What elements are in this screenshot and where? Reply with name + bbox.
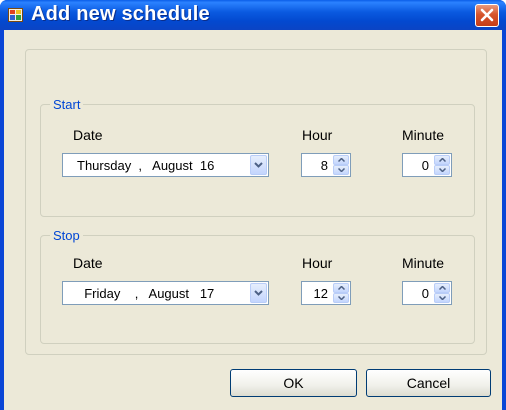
ok-button[interactable]: OK [230, 369, 357, 397]
start-hour-spin-buttons [333, 155, 349, 175]
start-date-value: Thursday , August 16 [77, 158, 215, 173]
stop-date-label: Date [73, 255, 103, 271]
stop-minute-down-button[interactable] [434, 293, 450, 303]
stop-date-picker[interactable]: Friday , August 17 [62, 281, 269, 305]
stop-minute-up-button[interactable] [434, 283, 450, 293]
stop-hour-down-button[interactable] [333, 293, 349, 303]
stop-minute-value: 0 [421, 286, 429, 301]
start-hour-up-button[interactable] [333, 155, 349, 165]
stop-minute-spin-buttons [434, 283, 450, 303]
stop-date-value: Friday , August 17 [77, 286, 215, 301]
start-minute-value: 0 [421, 158, 429, 173]
stop-hour-label: Hour [302, 255, 333, 271]
stop-minute-spinner[interactable]: 0 [402, 281, 452, 305]
start-date-dropdown-button[interactable] [250, 155, 267, 175]
start-minute-label: Minute [402, 127, 445, 143]
stop-minute-label: Minute [402, 255, 445, 271]
start-minute-up-button[interactable] [434, 155, 450, 165]
stop-date-dropdown-button[interactable] [250, 283, 267, 303]
cancel-button[interactable]: Cancel [366, 369, 491, 397]
title-bar[interactable]: Add new schedule [0, 0, 506, 30]
app-icon [8, 8, 23, 22]
start-hour-label: Hour [302, 127, 333, 143]
start-date-label: Date [73, 127, 103, 143]
close-button[interactable] [475, 4, 499, 27]
start-minute-spin-buttons [434, 155, 450, 175]
start-hour-down-button[interactable] [333, 165, 349, 175]
window-title: Add new schedule [31, 3, 210, 25]
stop-hour-value: 12 [313, 286, 328, 301]
start-group-label: Start [50, 97, 84, 112]
stop-hour-spin-buttons [333, 283, 349, 303]
dialog-window: Add new schedule Start Date Hour Minute … [0, 0, 506, 410]
stop-hour-up-button[interactable] [333, 283, 349, 293]
start-minute-spinner[interactable]: 0 [402, 153, 452, 177]
stop-group-label: Stop [50, 228, 83, 243]
start-minute-down-button[interactable] [434, 165, 450, 175]
start-hour-value: 8 [320, 158, 328, 173]
stop-hour-spinner[interactable]: 12 [301, 281, 351, 305]
start-hour-spinner[interactable]: 8 [301, 153, 351, 177]
start-date-picker[interactable]: Thursday , August 16 [62, 153, 269, 177]
